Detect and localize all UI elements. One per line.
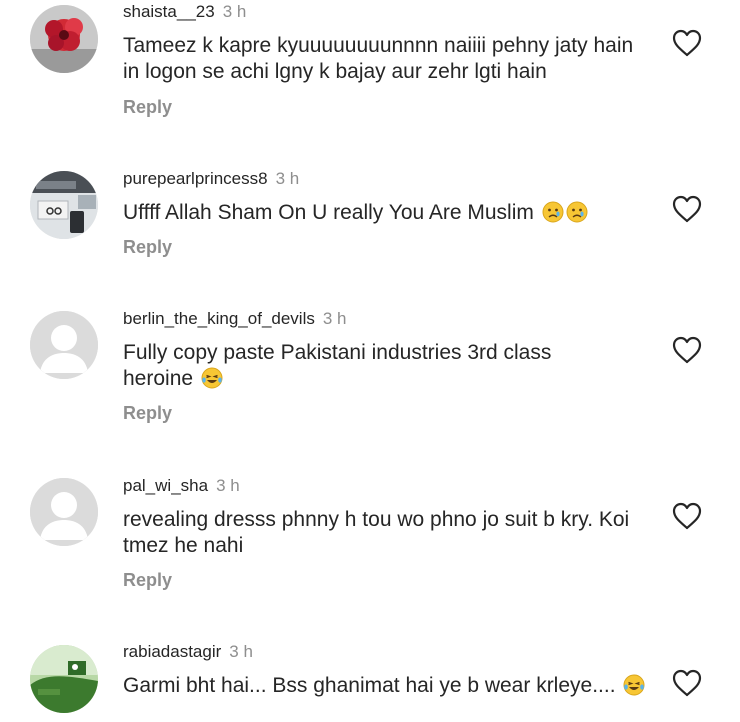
comment-text-body: Fully copy paste Pakistani industries 3r…: [123, 341, 552, 390]
comment-meta: berlin_the_king_of_devils 3 h: [123, 309, 347, 329]
comment-meta: pal_wi_sha 3 h: [123, 476, 240, 496]
heart-outline-icon[interactable]: [672, 29, 702, 57]
avatar[interactable]: [30, 645, 98, 713]
laughing-tears-emoji: [623, 674, 645, 696]
reply-button[interactable]: Reply: [123, 237, 172, 258]
comment-text: revealing dresss phnny h tou wo phno jo …: [123, 508, 630, 557]
timestamp: 3 h: [275, 169, 300, 188]
username[interactable]: pal_wi_sha: [123, 476, 208, 495]
avatar[interactable]: [30, 478, 98, 546]
comment-text: Tameez k kapre kyuuuuuuuunnnn naiiii peh…: [123, 34, 634, 83]
comment-text-body: Uffff Allah Sham On U really You Are Mus…: [123, 201, 534, 224]
avatar[interactable]: [30, 311, 98, 379]
comment-text: Uffff Allah Sham On U really You Are Mus…: [123, 200, 643, 226]
crying-face-emoji: [566, 201, 588, 223]
username[interactable]: berlin_the_king_of_devils: [123, 309, 315, 328]
comment-text: Garmi bht hai... Bss ghanimat hai ye b w…: [123, 673, 653, 699]
comment-meta: shaista__23 3 h: [123, 2, 246, 22]
username[interactable]: purepearlprincess8: [123, 169, 268, 188]
timestamp: 3 h: [229, 642, 253, 661]
heart-outline-icon[interactable]: [672, 669, 702, 697]
reply-button[interactable]: Reply: [123, 97, 172, 118]
timestamp: 3 h: [216, 476, 240, 495]
comment-meta: purepearlprincess8 3 h: [123, 169, 299, 189]
username[interactable]: rabiadastagir: [123, 642, 221, 661]
timestamp: 3 h: [222, 2, 247, 21]
heart-outline-icon[interactable]: [672, 336, 702, 364]
timestamp: 3 h: [322, 309, 347, 328]
reply-button[interactable]: Reply: [123, 403, 172, 424]
crying-face-emoji: [542, 201, 564, 223]
comment-meta: rabiadastagir 3 h: [123, 642, 253, 662]
heart-outline-icon[interactable]: [672, 502, 702, 530]
reply-button[interactable]: Reply: [123, 570, 172, 591]
heart-outline-icon[interactable]: [672, 195, 702, 223]
avatar[interactable]: [30, 5, 98, 73]
laughing-tears-emoji: [201, 367, 223, 389]
username[interactable]: shaista__23: [123, 2, 215, 21]
comment-text: Fully copy paste Pakistani industries 3r…: [123, 340, 593, 392]
avatar[interactable]: [30, 171, 98, 239]
comment-text-body: Garmi bht hai... Bss ghanimat hai ye b w…: [123, 674, 616, 697]
